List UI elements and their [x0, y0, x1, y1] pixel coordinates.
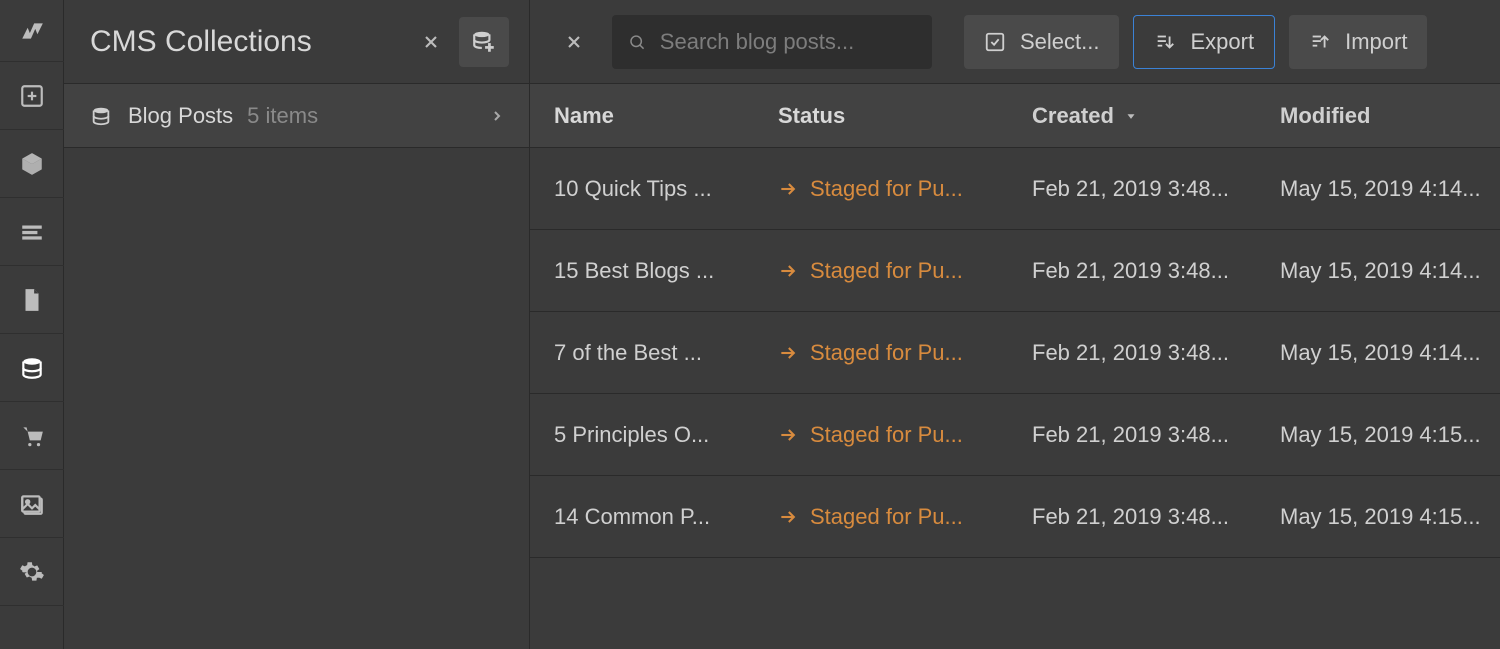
col-header-modified[interactable]: Modified — [1280, 103, 1500, 129]
cell-modified: May 15, 2019 4:14... — [1280, 340, 1500, 366]
table-header: Name Status Created Modified — [530, 84, 1500, 148]
table-row[interactable]: 15 Best Blogs ...Staged for Pu...Feb 21,… — [530, 230, 1500, 312]
symbols-button[interactable] — [0, 130, 64, 198]
panel-header: CMS Collections — [64, 0, 529, 84]
import-button[interactable]: Import — [1289, 15, 1427, 69]
table-row[interactable]: 14 Common P...Staged for Pu...Feb 21, 20… — [530, 476, 1500, 558]
select-button[interactable]: Select... — [964, 15, 1119, 69]
cell-created: Feb 21, 2019 3:48... — [1032, 340, 1280, 366]
new-collection-button[interactable] — [459, 17, 509, 67]
search-icon — [628, 32, 646, 52]
cell-created: Feb 21, 2019 3:48... — [1032, 258, 1280, 284]
select-label: Select... — [1020, 29, 1099, 55]
cell-status: Staged for Pu... — [778, 340, 1032, 366]
assets-button[interactable] — [0, 470, 64, 538]
main-area: Select... Export Import Name Status Crea… — [530, 0, 1500, 649]
settings-button[interactable] — [0, 538, 64, 606]
table-row[interactable]: 7 of the Best ...Staged for Pu...Feb 21,… — [530, 312, 1500, 394]
webflow-logo[interactable] — [0, 0, 64, 62]
left-rail — [0, 0, 64, 649]
ecommerce-button[interactable] — [0, 402, 64, 470]
cell-name: 5 Principles O... — [530, 422, 778, 448]
cell-status: Staged for Pu... — [778, 504, 1032, 530]
import-icon — [1309, 31, 1331, 53]
arrow-right-icon — [778, 179, 798, 199]
cell-modified: May 15, 2019 4:14... — [1280, 258, 1500, 284]
cell-created: Feb 21, 2019 3:48... — [1032, 422, 1280, 448]
cell-created: Feb 21, 2019 3:48... — [1032, 504, 1280, 530]
col-header-status[interactable]: Status — [778, 103, 1032, 129]
close-panel-button[interactable] — [411, 22, 451, 62]
cell-modified: May 15, 2019 4:15... — [1280, 422, 1500, 448]
database-icon — [90, 105, 112, 127]
export-icon — [1154, 31, 1176, 53]
cell-name: 7 of the Best ... — [530, 340, 778, 366]
collection-count: 5 items — [247, 103, 489, 129]
arrow-right-icon — [778, 343, 798, 363]
cell-created: Feb 21, 2019 3:48... — [1032, 176, 1280, 202]
collection-item-blog-posts[interactable]: Blog Posts 5 items — [64, 84, 529, 148]
pages-button[interactable] — [0, 266, 64, 334]
cell-name: 10 Quick Tips ... — [530, 176, 778, 202]
arrow-right-icon — [778, 261, 798, 281]
cms-button[interactable] — [0, 334, 64, 402]
table-body: 10 Quick Tips ...Staged for Pu...Feb 21,… — [530, 148, 1500, 558]
export-label: Export — [1190, 29, 1254, 55]
search-box[interactable] — [612, 15, 932, 69]
collection-name: Blog Posts — [128, 103, 233, 129]
close-main-button[interactable] — [550, 18, 598, 66]
panel-title: CMS Collections — [90, 25, 411, 59]
cell-modified: May 15, 2019 4:14... — [1280, 176, 1500, 202]
sort-desc-icon — [1124, 103, 1138, 129]
chevron-right-icon — [489, 108, 505, 124]
col-header-created[interactable]: Created — [1032, 103, 1280, 129]
table-row[interactable]: 10 Quick Tips ...Staged for Pu...Feb 21,… — [530, 148, 1500, 230]
toolbar: Select... Export Import — [530, 0, 1500, 84]
cell-name: 14 Common P... — [530, 504, 778, 530]
cell-status: Staged for Pu... — [778, 176, 1032, 202]
add-element-button[interactable] — [0, 62, 64, 130]
col-header-name[interactable]: Name — [530, 103, 778, 129]
cell-modified: May 15, 2019 4:15... — [1280, 504, 1500, 530]
arrow-right-icon — [778, 507, 798, 527]
cell-status: Staged for Pu... — [778, 422, 1032, 448]
export-button[interactable]: Export — [1133, 15, 1275, 69]
arrow-right-icon — [778, 425, 798, 445]
navigator-button[interactable] — [0, 198, 64, 266]
cell-name: 15 Best Blogs ... — [530, 258, 778, 284]
table-row[interactable]: 5 Principles O...Staged for Pu...Feb 21,… — [530, 394, 1500, 476]
cell-status: Staged for Pu... — [778, 258, 1032, 284]
checkbox-icon — [984, 31, 1006, 53]
collections-panel: CMS Collections Blog Posts 5 items — [64, 0, 530, 649]
import-label: Import — [1345, 29, 1407, 55]
search-input[interactable] — [660, 29, 916, 55]
